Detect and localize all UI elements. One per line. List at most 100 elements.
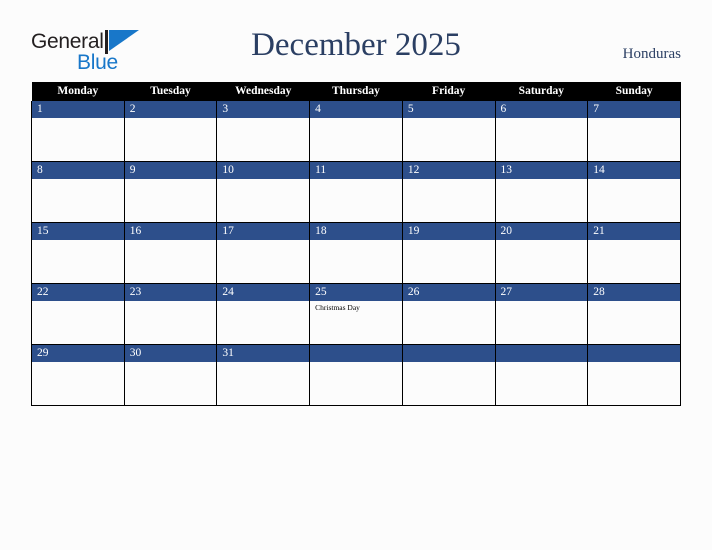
calendar-day-cell[interactable]: 8	[31, 161, 125, 223]
page-title: December 2025	[251, 27, 461, 63]
calendar-day-cell[interactable]: 24	[216, 283, 311, 345]
day-events	[496, 118, 588, 120]
day-events	[32, 301, 124, 303]
day-number: 23	[124, 284, 217, 301]
day-number: 10	[217, 162, 310, 179]
calendar-day-cell[interactable]: 1	[31, 101, 125, 162]
day-number: 25	[310, 284, 402, 301]
weekday-header-sunday: Sunday	[587, 82, 681, 101]
day-events	[217, 301, 309, 303]
weekday-header-friday: Friday	[402, 82, 496, 101]
day-number: 17	[217, 223, 310, 240]
calendar-day-cell[interactable]: 19	[401, 222, 496, 284]
calendar-week-row: 8 9 10 11 12 13 14	[31, 161, 681, 223]
calendar-day-cell[interactable]: 2	[123, 101, 218, 162]
calendar-day-cell[interactable]: 21	[587, 222, 681, 284]
calendar-empty-cell[interactable]	[401, 344, 496, 406]
day-number: 8	[32, 162, 124, 179]
day-number: 14	[588, 162, 680, 179]
day-events	[125, 362, 217, 364]
day-events	[217, 118, 309, 120]
calendar-week-row: 15 16 17 18 19 20 21	[31, 222, 681, 284]
calendar-body: 1 2 3 4 5 6 7 8 9 10 11 12 13 14 15 16 17 18 19 20 21 22 23 24 2…	[31, 101, 681, 406]
day-events	[496, 301, 588, 303]
calendar-day-cell[interactable]: 23	[123, 283, 218, 345]
calendar-day-cell[interactable]: 9	[123, 161, 218, 223]
day-events	[496, 362, 588, 364]
calendar-day-cell[interactable]: 3	[216, 101, 311, 162]
day-number: 16	[124, 223, 217, 240]
day-number: 29	[32, 345, 124, 362]
day-events	[588, 301, 680, 303]
day-events	[588, 362, 680, 364]
calendar-day-cell[interactable]: 10	[216, 161, 311, 223]
day-events	[403, 179, 495, 181]
day-number	[402, 345, 495, 362]
day-number: 9	[124, 162, 217, 179]
day-number: 11	[310, 162, 402, 179]
weekday-header-wednesday: Wednesday	[216, 82, 310, 101]
calendar-day-cell[interactable]: 6	[494, 101, 589, 162]
day-events	[32, 179, 124, 181]
calendar-day-cell[interactable]: 22	[31, 283, 125, 345]
day-events	[496, 179, 588, 181]
day-events	[125, 301, 217, 303]
day-number: 21	[588, 223, 680, 240]
day-events	[217, 240, 309, 242]
calendar-week-row: 29 30 31	[31, 344, 681, 406]
calendar-day-cell[interactable]: 25 Christmas Day	[309, 283, 403, 345]
weekday-header-tuesday: Tuesday	[124, 82, 217, 101]
calendar-day-cell[interactable]: 17	[216, 222, 311, 284]
calendar-day-cell[interactable]: 30	[123, 344, 218, 406]
day-events	[125, 179, 217, 181]
day-events	[217, 362, 309, 364]
day-events	[403, 118, 495, 120]
calendar-day-cell[interactable]: 5	[401, 101, 496, 162]
day-number: 26	[402, 284, 495, 301]
calendar-day-cell[interactable]: 4	[309, 101, 403, 162]
day-number: 19	[402, 223, 495, 240]
calendar-day-cell[interactable]: 16	[123, 222, 218, 284]
calendar-empty-cell[interactable]	[587, 344, 681, 406]
calendar-day-cell[interactable]: 28	[587, 283, 681, 345]
day-number: 3	[217, 101, 310, 118]
calendar-day-cell[interactable]: 29	[31, 344, 125, 406]
day-number: 27	[495, 284, 588, 301]
calendar-day-cell[interactable]: 15	[31, 222, 125, 284]
day-events	[403, 240, 495, 242]
day-events	[588, 179, 680, 181]
day-events: Christmas Day	[310, 301, 402, 313]
calendar-empty-cell[interactable]	[309, 344, 403, 406]
day-number: 22	[32, 284, 124, 301]
calendar-empty-cell[interactable]	[494, 344, 589, 406]
calendar-day-cell[interactable]: 12	[401, 161, 496, 223]
day-number	[310, 345, 402, 362]
day-events	[403, 362, 495, 364]
calendar-day-cell[interactable]: 11	[309, 161, 403, 223]
calendar-header-row-group: Monday Tuesday Wednesday Thursday Friday Satu…	[31, 82, 681, 101]
day-events	[125, 118, 217, 120]
weekday-header-thursday: Thursday	[309, 82, 403, 101]
day-number	[588, 345, 680, 362]
calendar-day-cell[interactable]: 13	[494, 161, 589, 223]
calendar-day-cell[interactable]: 7	[587, 101, 681, 162]
day-number: 4	[310, 101, 402, 118]
weekday-header-saturday: Saturday	[495, 82, 588, 101]
calendar-day-cell[interactable]: 26	[401, 283, 496, 345]
weekday-header-monday: Monday	[31, 82, 125, 101]
day-number: 13	[495, 162, 588, 179]
page-header: General Blue December 2025 Honduras	[0, 0, 712, 82]
day-number	[495, 345, 588, 362]
calendar-day-cell[interactable]: 27	[494, 283, 589, 345]
calendar-day-cell[interactable]: 14	[587, 161, 681, 223]
day-number: 12	[402, 162, 495, 179]
day-number: 15	[32, 223, 124, 240]
day-number: 7	[588, 101, 680, 118]
day-events	[496, 240, 588, 242]
day-events	[32, 362, 124, 364]
day-events	[32, 118, 124, 120]
calendar-day-cell[interactable]: 20	[494, 222, 589, 284]
calendar-day-cell[interactable]: 31	[216, 344, 311, 406]
calendar-day-cell[interactable]: 18	[309, 222, 403, 284]
day-number: 18	[310, 223, 402, 240]
